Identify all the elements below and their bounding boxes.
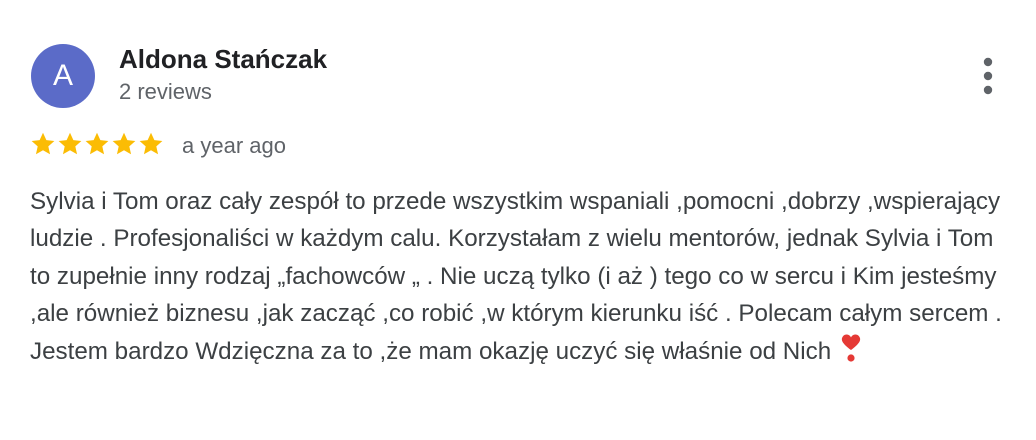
avatar[interactable]: A [31, 44, 95, 108]
review-time: a year ago [182, 133, 286, 158]
reviewer-review-count: 2 reviews [119, 79, 212, 104]
more-vertical-icon [983, 57, 993, 95]
review-text: Sylvia i Tom oraz cały zespół to przede … [30, 183, 1020, 370]
star-icon [139, 132, 163, 155]
star-icon [85, 132, 109, 155]
star-icon [112, 132, 136, 155]
reviewer-name[interactable]: Aldona Stańczak [119, 44, 327, 75]
more-options-button[interactable] [976, 56, 1000, 96]
star-icon [58, 132, 82, 155]
avatar-initial: A [52, 59, 73, 92]
star-rating [30, 131, 164, 157]
star-icon [31, 132, 55, 155]
heart-exclamation-icon [841, 334, 861, 362]
